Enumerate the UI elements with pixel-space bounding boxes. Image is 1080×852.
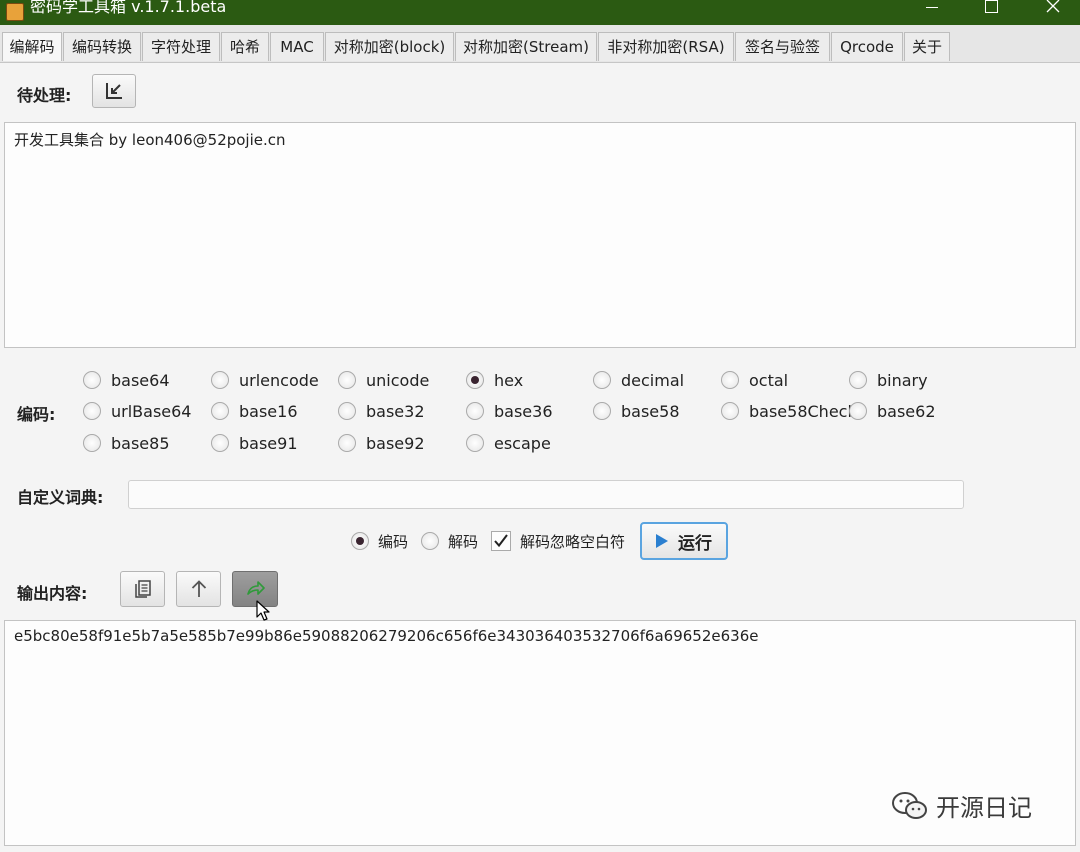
radio-base36[interactable]: base36 (466, 400, 553, 422)
radio-urlencode[interactable]: urlencode (211, 369, 319, 391)
mouse-cursor-icon (256, 600, 270, 621)
minimize-button[interactable] (910, 0, 956, 22)
tab-asymmetric-rsa[interactable]: 非对称加密(RSA) (598, 32, 734, 61)
encoding-label: 编码: (17, 405, 56, 424)
window-title: 密码学工具箱 v.1.7.1.beta (30, 0, 227, 16)
radio-hex[interactable]: hex (466, 369, 523, 391)
arrow-up-icon (191, 580, 206, 597)
radio-urlbase64[interactable]: urlBase64 (83, 400, 191, 422)
tab-hash[interactable]: 哈希 (221, 32, 269, 61)
radio-base91[interactable]: base91 (211, 432, 298, 454)
close-icon (1046, 0, 1060, 13)
radio-escape[interactable]: escape (466, 432, 551, 454)
radio-base32[interactable]: base32 (338, 400, 425, 422)
radio-encode-mode[interactable]: 编码 (351, 530, 408, 552)
output-label: 输出内容: (17, 584, 88, 603)
play-icon (656, 534, 668, 548)
tab-about[interactable]: 关于 (904, 32, 950, 61)
radio-binary[interactable]: binary (849, 369, 928, 391)
title-bar: 密码学工具箱 v.1.7.1.beta (0, 0, 1080, 25)
tab-codec[interactable]: 编解码 (2, 32, 62, 61)
import-button[interactable] (92, 74, 136, 108)
dictionary-label: 自定义词典: (17, 488, 104, 507)
input-label: 待处理: (17, 86, 72, 105)
tab-bar: 编解码 编码转换 字符处理 哈希 MAC 对称加密(block) 对称加密(St… (0, 25, 1080, 63)
radio-decode-mode[interactable]: 解码 (421, 530, 478, 552)
tab-mac[interactable]: MAC (270, 32, 324, 61)
copy-button[interactable] (120, 571, 165, 607)
wechat-icon (892, 791, 927, 819)
radio-unicode[interactable]: unicode (338, 369, 429, 391)
maximize-icon (985, 0, 998, 13)
import-icon (106, 83, 122, 99)
tab-string-process[interactable]: 字符处理 (142, 32, 220, 61)
radio-octal[interactable]: octal (721, 369, 788, 391)
maximize-button[interactable] (968, 0, 1014, 22)
radio-base85[interactable]: base85 (83, 432, 170, 454)
ignore-whitespace-checkbox[interactable]: 解码忽略空白符 (491, 530, 625, 552)
app-icon (6, 3, 24, 21)
radio-base16[interactable]: base16 (211, 400, 298, 422)
tab-symmetric-stream[interactable]: 对称加密(Stream) (455, 32, 597, 61)
radio-base58[interactable]: base58 (593, 400, 680, 422)
tab-qrcode[interactable]: Qrcode (831, 32, 903, 61)
share-icon (247, 581, 265, 595)
radio-base62[interactable]: base62 (849, 400, 936, 422)
move-up-button[interactable] (176, 571, 221, 607)
radio-base92[interactable]: base92 (338, 432, 425, 454)
copy-icon (134, 580, 151, 598)
input-textarea[interactable]: 开发工具集合 by leon406@52pojie.cn (4, 122, 1076, 348)
radio-base64[interactable]: base64 (83, 369, 170, 391)
tab-encoding-convert[interactable]: 编码转换 (63, 32, 141, 61)
close-button[interactable] (1030, 0, 1076, 22)
minimize-icon (926, 7, 938, 8)
dictionary-input[interactable] (128, 480, 964, 509)
tab-sign-verify[interactable]: 签名与验签 (735, 32, 830, 61)
run-button[interactable]: 运行 (640, 522, 728, 560)
radio-base58check[interactable]: base58Check (721, 400, 857, 422)
radio-decimal[interactable]: decimal (593, 369, 684, 391)
watermark: 开源日记 (890, 788, 1032, 823)
tab-symmetric-block[interactable]: 对称加密(block) (325, 32, 454, 61)
checkmark-icon (494, 534, 508, 548)
